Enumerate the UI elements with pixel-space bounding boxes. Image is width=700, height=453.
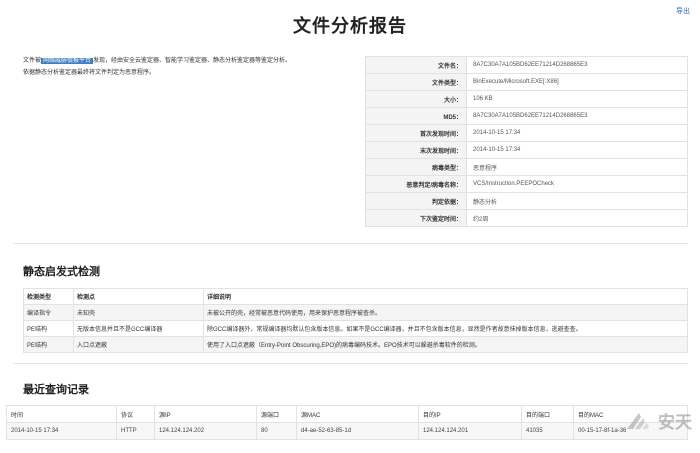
- column-header: 检测点: [73, 288, 204, 305]
- column-header: 目的端口: [521, 405, 574, 423]
- page-title: 文件分析报告: [293, 16, 407, 36]
- table-cell: 41035: [521, 422, 574, 440]
- file-info-row: 末次发现时间： 2014-10-15 17:34: [365, 141, 688, 159]
- table-cell: 无版本信息并且不是GCC编译器: [73, 320, 204, 337]
- file-info-label: 判定依据：: [365, 192, 467, 210]
- file-info-row: 大小： 106 KB: [365, 90, 688, 108]
- summary-line2: 依据静态分析鉴定器最终将文件判定为恶意程序。: [23, 70, 156, 76]
- file-info-label: 文件类型：: [365, 73, 467, 91]
- file-info-value: 106 KB: [466, 90, 688, 108]
- table-cell: 124.124.124.201: [418, 422, 522, 440]
- watermark-text: 安天: [658, 413, 692, 432]
- file-info-value: BinExecute/Microsoft.EXE[:X86]: [466, 73, 688, 91]
- antiy-logo-icon: [627, 412, 649, 429]
- column-header: 时间: [6, 405, 117, 423]
- table-cell: 124.124.124.202: [154, 422, 257, 440]
- table-cell: 编译指令: [23, 304, 74, 321]
- file-info-value: 8A7C30A7A105BD62EE71214D268865E3: [466, 107, 688, 125]
- table-cell: 未被公开的壳，经常被恶意代码使用，用来保护恶意程序被查杀。: [203, 304, 688, 321]
- file-info-value: VCS/Instruction.PEEPOCheck: [466, 175, 688, 193]
- file-info-label: 末次发现时间：: [365, 141, 467, 159]
- file-info-label: 大小：: [365, 90, 467, 108]
- column-header: 详细说明: [203, 288, 688, 305]
- table-row: 编译指令 未知壳 未被公开的壳，经常被恶意代码使用，用来保护恶意程序被查杀。: [23, 304, 688, 321]
- file-info-label: 病毒类型：: [365, 158, 467, 176]
- table-cell: 使用了入口点遮蔽（Entry-Point Obscuring,EPO)的病毒编码…: [203, 336, 688, 353]
- file-info-value: 恶意程序: [466, 158, 688, 176]
- divider: [13, 243, 688, 244]
- table-cell: 除GCC编译器外，常规编译器均默认包含版本信息。如果不是GCC编译器，并且不包含…: [203, 320, 688, 337]
- heuristic-section-title: 静态启发式检测: [23, 266, 100, 278]
- summary-prefix: 文件被: [23, 58, 42, 64]
- table-cell: d4-ae-52-63-85-1d: [296, 422, 419, 440]
- file-info-label: MD5：: [365, 107, 467, 125]
- file-info-label: 首次发现时间：: [365, 124, 467, 142]
- table-cell: HTTP: [116, 422, 155, 440]
- table-cell: PE结构: [23, 320, 74, 337]
- file-info-label: 恶意判定/病毒名称：: [365, 175, 467, 193]
- file-info-value: 静态分析: [466, 192, 688, 210]
- file-info-row: 下次鉴定时间： 约2周: [365, 209, 688, 227]
- column-header: 协议: [116, 405, 155, 423]
- analysis-summary: 文件被 网络威胁情报平台 发现，经由安全云鉴定器、智能学习鉴定器、静态分析鉴定器等鉴…: [23, 55, 343, 79]
- column-header: 目的IP: [418, 405, 522, 423]
- query-section-title: 最近查询记录: [23, 384, 89, 396]
- table-cell: 80: [256, 422, 297, 440]
- table-cell: 入口点遮蔽: [73, 336, 204, 353]
- file-info-value: 约2周: [466, 209, 688, 227]
- divider: [13, 363, 688, 364]
- file-info-label: 文件名：: [365, 56, 467, 74]
- file-info-row: 文件类型： BinExecute/Microsoft.EXE[:X86]: [365, 73, 688, 91]
- table-cell: PE结构: [23, 336, 74, 353]
- summary-text: 发现，经由安全云鉴定器、智能学习鉴定器、静态分析鉴定器等鉴定分析。: [93, 58, 292, 64]
- table-row: PE结构 入口点遮蔽 使用了入口点遮蔽（Entry-Point Obscuring,…: [23, 336, 688, 353]
- file-info-value: 2014-10-15 17:34: [466, 141, 688, 159]
- file-info-value: 8A7C30A7A105BD62EE71214D268865E3: [466, 56, 688, 74]
- heuristic-table: 检测类型 检测点 详细说明 编译指令 未知壳 未被公开的壳，经常被恶意代码使用，用来保护…: [23, 288, 688, 353]
- table-row: PE结构 无版本信息并且不是GCC编译器 除GCC编译器外，常规编译器均默认包含版本…: [23, 320, 688, 337]
- watermark: 安天: [625, 408, 692, 433]
- file-info-row: 文件名： 8A7C30A7A105BD62EE71214D268865E3: [365, 56, 688, 74]
- table-cell: 2014-10-15 17:34: [6, 422, 117, 440]
- file-info-row: 恶意判定/病毒名称： VCS/Instruction.PEEPOCheck: [365, 175, 688, 193]
- column-header: 源IP: [154, 405, 257, 423]
- summary-highlight: 网络威胁情报平台: [41, 58, 94, 64]
- table-cell: 未知壳: [73, 304, 204, 321]
- file-info-table: 文件名： 8A7C30A7A105BD62EE71214D268865E3 文件类型…: [365, 56, 688, 227]
- file-info-row: 病毒类型： 恶意程序: [365, 158, 688, 176]
- column-header: 源MAC: [296, 405, 419, 423]
- file-info-label: 下次鉴定时间：: [365, 209, 467, 227]
- file-info-row: 首次发现时间： 2014-10-15 17:34: [365, 124, 688, 142]
- file-info-row: 判定依据： 静态分析: [365, 192, 688, 210]
- table-row: 2014-10-15 17:34 HTTP 124.124.124.202 80 d4-…: [6, 422, 688, 440]
- file-info-value: 2014-10-15 17:34: [466, 124, 688, 142]
- query-table: 时间 协议 源IP 源端口 源MAC 目的IP 目的端口 目的MAC 2014-10-15 1…: [6, 405, 688, 440]
- column-header: 检测类型: [23, 288, 74, 305]
- file-info-row: MD5： 8A7C30A7A105BD62EE71214D268865E3: [365, 107, 688, 125]
- column-header: 源端口: [256, 405, 297, 423]
